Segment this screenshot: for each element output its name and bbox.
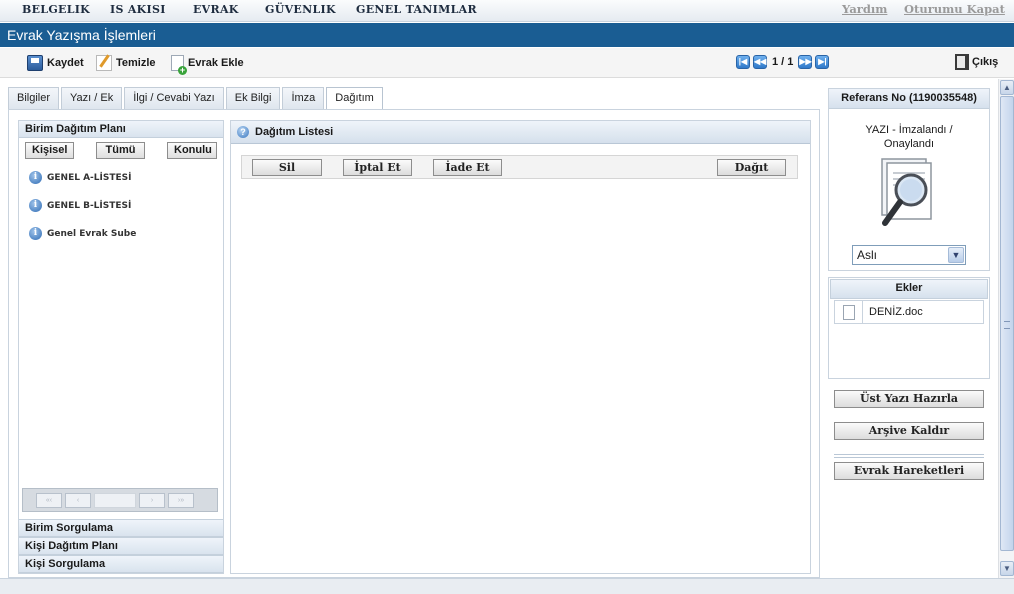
personal-filter-button[interactable]: Kişisel: [25, 142, 74, 159]
list-item[interactable]: i Genel Evrak Sube: [29, 227, 136, 240]
list-item-label: GENEL B-LİSTESİ: [47, 200, 132, 211]
exit-button[interactable]: Çıkış: [955, 54, 998, 70]
clear-label: Temizle: [116, 57, 156, 69]
document-info-column: Referans No (1190035548) YAZI - İmzaland…: [822, 78, 998, 578]
menu-item-genel-tanimlar[interactable]: GENEL TANIMLAR: [356, 3, 477, 16]
person-distribution-plan-header[interactable]: Kişi Dağıtım Planı: [19, 537, 223, 555]
tab-ek-bilgi[interactable]: Ek Bilgi: [225, 87, 281, 109]
list-item-label: Genel Evrak Sube: [47, 228, 137, 239]
left-bottom-sections: Birim Sorgulama Kişi Dağıtım Planı Kişi …: [19, 519, 223, 573]
list-pager: «‹ ‹ › ›»: [22, 488, 218, 512]
info-icon: i: [29, 171, 42, 184]
tab-ilgi-cevabi-yazi[interactable]: İlgi / Cevabi Yazı: [124, 87, 224, 109]
cancel-button[interactable]: İptal Et: [343, 159, 412, 176]
copy-type-select[interactable]: Aslı ▼: [852, 245, 966, 265]
status-bar: [0, 578, 1014, 594]
scrollbar-thumb[interactable]: [1000, 96, 1014, 551]
document-preview-icon[interactable]: [879, 157, 935, 231]
subject-filter-button[interactable]: Konulu: [167, 142, 217, 159]
document-status: YAZI - İmzalandı / Onaylandı: [829, 123, 989, 151]
document-history-button[interactable]: Evrak Hareketleri: [834, 462, 984, 480]
distribute-button[interactable]: Dağıt: [717, 159, 786, 176]
page-number-field: [94, 492, 136, 508]
plan-filter-tabs: Kişisel Tümü Konulu: [19, 138, 223, 163]
help-link[interactable]: Yardım: [842, 2, 887, 16]
scroll-up-icon[interactable]: ▲: [1000, 80, 1014, 95]
file-search-icon[interactable]: [835, 301, 863, 323]
tab-dagitim[interactable]: Dağıtım: [326, 87, 383, 110]
vertical-scrollbar[interactable]: ▲ ▼: [998, 79, 1014, 578]
attachment-name: DENİZ.doc: [869, 306, 923, 318]
exit-label: Çıkış: [972, 56, 999, 68]
previous-page-icon[interactable]: ◀◀: [753, 55, 767, 69]
prepare-cover-letter-button[interactable]: Üst Yazı Hazırla: [834, 390, 984, 408]
save-label: Kaydet: [47, 57, 84, 69]
list-item[interactable]: i GENEL B-LİSTESİ: [29, 199, 131, 212]
distribution-list-title: Dağıtım Listesi: [255, 126, 334, 138]
reference-panel: Referans No (1190035548) YAZI - İmzaland…: [828, 88, 990, 271]
tab-strip: Bilgiler Yazı / Ek İlgi / Cevabi Yazı Ek…: [8, 87, 385, 110]
delete-button[interactable]: Sil: [252, 159, 322, 176]
list-item-label: GENEL A-LİSTESİ: [47, 172, 132, 183]
reference-number: Referans No (1190035548): [829, 89, 989, 109]
list-item[interactable]: DENİZ.doc: [834, 300, 984, 324]
document-status-line: Onaylandı: [883, 138, 935, 150]
distribution-panel: Birim Dağıtım Planı Kişisel Tümü Konulu …: [8, 109, 820, 578]
distribution-actions-bar: Sil İptal Et İade Et Dağıt: [241, 155, 798, 179]
tab-bilgiler[interactable]: Bilgiler: [8, 87, 60, 109]
add-document-icon: [171, 55, 187, 75]
logout-link[interactable]: Oturumu Kapat: [904, 2, 1005, 16]
person-query-header[interactable]: Kişi Sorgulama: [19, 555, 223, 573]
distribution-plan-panel: Birim Dağıtım Planı Kişisel Tümü Konulu …: [18, 120, 224, 574]
unit-query-header[interactable]: Birim Sorgulama: [19, 519, 223, 537]
distribution-list-panel: ? Dağıtım Listesi Sil İptal Et İade Et D…: [230, 120, 811, 574]
menu-item-belgelik[interactable]: BELGELIK: [22, 3, 90, 16]
clear-button[interactable]: Temizle: [96, 54, 156, 72]
menu-item-is-akisi[interactable]: IS AKISI: [110, 3, 166, 16]
attachments-panel: Ekler DENİZ.doc: [828, 277, 990, 379]
menu-item-guvenlik[interactable]: GÜVENLIK: [265, 3, 336, 16]
info-icon: i: [29, 199, 42, 212]
help-icon[interactable]: ?: [237, 126, 249, 138]
unarchive-button[interactable]: Arşive Kaldır: [834, 422, 984, 440]
pencil-icon: [96, 55, 112, 71]
first-page-icon[interactable]: |◀: [736, 55, 750, 69]
next-page-icon[interactable]: ›: [139, 492, 165, 508]
next-page-icon[interactable]: ▶▶: [798, 55, 813, 69]
list-item[interactable]: i GENEL A-LİSTESİ: [29, 171, 131, 184]
attachments-header: Ekler: [830, 279, 988, 299]
all-filter-button[interactable]: Tümü: [96, 142, 145, 159]
floppy-disk-icon: [27, 55, 43, 71]
tab-yazi-ek[interactable]: Yazı / Ek: [61, 87, 123, 109]
add-document-button[interactable]: Evrak Ekle: [171, 54, 244, 75]
last-page-icon[interactable]: ›»: [168, 492, 194, 508]
page-indicator: 1 / 1: [772, 56, 794, 68]
scroll-down-icon[interactable]: ▼: [1000, 561, 1014, 576]
first-page-icon[interactable]: «‹: [36, 492, 62, 508]
document-status-line: YAZI - İmzalandı /: [865, 124, 953, 136]
menu-item-evrak[interactable]: EVRAK: [193, 3, 239, 16]
distribution-list-header: ? Dağıtım Listesi: [231, 121, 810, 144]
save-button[interactable]: Kaydet: [27, 54, 84, 72]
divider: [834, 454, 984, 458]
return-button[interactable]: İade Et: [433, 159, 502, 176]
unit-distribution-plan-header[interactable]: Birim Dağıtım Planı: [19, 121, 223, 138]
door-exit-icon: [955, 54, 969, 70]
add-document-label: Evrak Ekle: [188, 57, 244, 69]
last-page-icon[interactable]: ▶|: [815, 55, 830, 69]
toolbar: Kaydet Temizle Evrak Ekle |◀ ◀◀ 1 / 1 ▶▶…: [0, 48, 1014, 78]
copy-type-value: Aslı: [857, 248, 878, 262]
record-pager: |◀ ◀◀ 1 / 1 ▶▶ ▶|: [736, 55, 830, 69]
top-menu-bar: BELGELIK IS AKISI EVRAK GÜVENLIK GENEL T…: [0, 0, 1014, 22]
page-title: Evrak Yazışma İşlemleri: [0, 23, 1014, 47]
chevron-down-icon: ▼: [948, 247, 964, 263]
info-icon: i: [29, 227, 42, 240]
previous-page-icon[interactable]: ‹: [65, 492, 91, 508]
tab-imza[interactable]: İmza: [282, 87, 325, 109]
